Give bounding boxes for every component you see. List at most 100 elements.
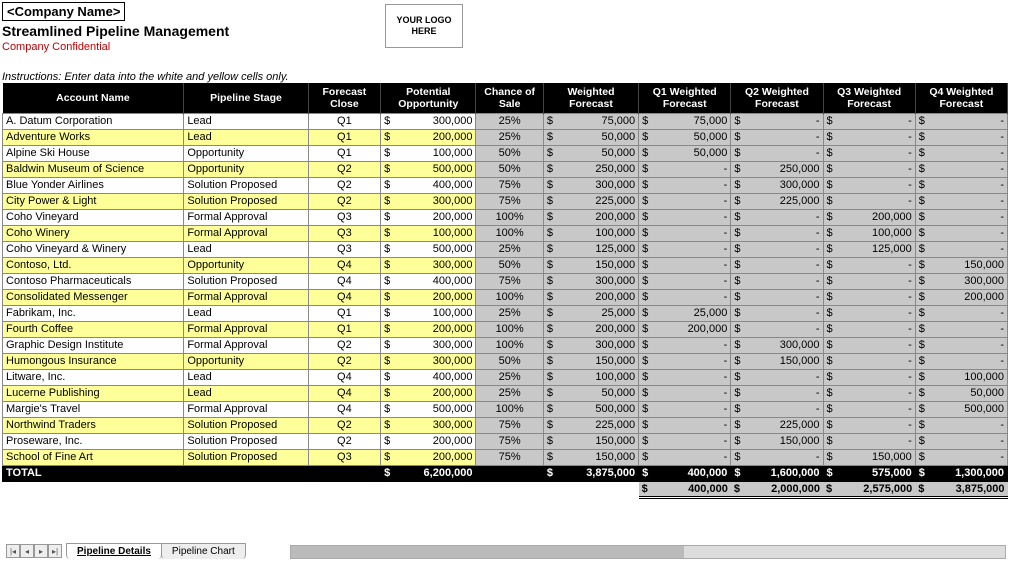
table-row[interactable]: Proseware, Inc.Solution ProposedQ2$200,0…	[3, 433, 1008, 449]
cell-potential[interactable]: $200,000	[381, 289, 476, 305]
cell-close[interactable]: Q2	[308, 177, 381, 193]
table-row[interactable]: Consolidated MessengerFormal ApprovalQ4$…	[3, 289, 1008, 305]
cell-account[interactable]: Northwind Traders	[3, 417, 184, 433]
cell-close[interactable]: Q1	[308, 145, 381, 161]
cell-potential[interactable]: $200,000	[381, 209, 476, 225]
cell-close[interactable]: Q4	[308, 289, 381, 305]
tab-pipeline-chart[interactable]: Pipeline Chart	[161, 543, 246, 559]
cell-stage[interactable]: Lead	[184, 385, 308, 401]
cell-account[interactable]: Consolidated Messenger	[3, 289, 184, 305]
table-row[interactable]: Adventure WorksLeadQ1$200,00025%$50,000$…	[3, 129, 1008, 145]
cell-stage[interactable]: Lead	[184, 369, 308, 385]
cell-stage[interactable]: Lead	[184, 241, 308, 257]
cell-close[interactable]: Q2	[308, 353, 381, 369]
table-row[interactable]: Lucerne PublishingLeadQ4$200,00025%$50,0…	[3, 385, 1008, 401]
table-row[interactable]: Coho WineryFormal ApprovalQ3$100,000100%…	[3, 225, 1008, 241]
table-row[interactable]: Contoso PharmaceuticalsSolution Proposed…	[3, 273, 1008, 289]
cell-potential[interactable]: $500,000	[381, 161, 476, 177]
cell-account[interactable]: Blue Yonder Airlines	[3, 177, 184, 193]
cell-potential[interactable]: $500,000	[381, 241, 476, 257]
cell-account[interactable]: Fourth Coffee	[3, 321, 184, 337]
cell-potential[interactable]: $400,000	[381, 177, 476, 193]
cell-account[interactable]: Baldwin Museum of Science	[3, 161, 184, 177]
cell-close[interactable]: Q4	[308, 401, 381, 417]
cell-close[interactable]: Q1	[308, 321, 381, 337]
cell-potential[interactable]: $200,000	[381, 433, 476, 449]
cell-close[interactable]: Q3	[308, 449, 381, 465]
cell-stage[interactable]: Formal Approval	[184, 337, 308, 353]
cell-account[interactable]: Lucerne Publishing	[3, 385, 184, 401]
cell-stage[interactable]: Solution Proposed	[184, 273, 308, 289]
cell-close[interactable]: Q3	[308, 209, 381, 225]
cell-close[interactable]: Q1	[308, 305, 381, 321]
table-row[interactable]: Litware, Inc.LeadQ4$400,00025%$100,000$-…	[3, 369, 1008, 385]
cell-close[interactable]: Q2	[308, 433, 381, 449]
table-row[interactable]: A. Datum CorporationLeadQ1$300,00025%$75…	[3, 113, 1008, 129]
cell-account[interactable]: Adventure Works	[3, 129, 184, 145]
cell-potential[interactable]: $300,000	[381, 337, 476, 353]
cell-potential[interactable]: $400,000	[381, 273, 476, 289]
cell-close[interactable]: Q3	[308, 225, 381, 241]
cell-account[interactable]: Coho Vineyard	[3, 209, 184, 225]
cell-stage[interactable]: Lead	[184, 129, 308, 145]
cell-account[interactable]: Graphic Design Institute	[3, 337, 184, 353]
cell-stage[interactable]: Solution Proposed	[184, 193, 308, 209]
cell-stage[interactable]: Opportunity	[184, 145, 308, 161]
table-row[interactable]: Fabrikam, Inc.LeadQ1$100,00025%$25,000$2…	[3, 305, 1008, 321]
cell-potential[interactable]: $200,000	[381, 385, 476, 401]
cell-stage[interactable]: Formal Approval	[184, 321, 308, 337]
cell-potential[interactable]: $100,000	[381, 145, 476, 161]
cell-stage[interactable]: Solution Proposed	[184, 417, 308, 433]
cell-close[interactable]: Q4	[308, 369, 381, 385]
nav-first-icon[interactable]: |◂	[6, 544, 20, 558]
cell-close[interactable]: Q4	[308, 257, 381, 273]
cell-stage[interactable]: Lead	[184, 305, 308, 321]
table-row[interactable]: Contoso, Ltd.OpportunityQ4$300,00050%$15…	[3, 257, 1008, 273]
cell-account[interactable]: Proseware, Inc.	[3, 433, 184, 449]
cell-stage[interactable]: Solution Proposed	[184, 177, 308, 193]
table-row[interactable]: Graphic Design InstituteFormal ApprovalQ…	[3, 337, 1008, 353]
table-row[interactable]: Humongous InsuranceOpportunityQ2$300,000…	[3, 353, 1008, 369]
cell-potential[interactable]: $100,000	[381, 305, 476, 321]
cell-stage[interactable]: Solution Proposed	[184, 449, 308, 465]
nav-last-icon[interactable]: ▸|	[48, 544, 62, 558]
table-row[interactable]: Fourth CoffeeFormal ApprovalQ1$200,00010…	[3, 321, 1008, 337]
logo-placeholder[interactable]: YOUR LOGO HERE	[385, 4, 463, 48]
cell-close[interactable]: Q2	[308, 417, 381, 433]
cell-close[interactable]: Q4	[308, 273, 381, 289]
cell-close[interactable]: Q2	[308, 161, 381, 177]
table-row[interactable]: Coho VineyardFormal ApprovalQ3$200,00010…	[3, 209, 1008, 225]
cell-stage[interactable]: Formal Approval	[184, 401, 308, 417]
cell-account[interactable]: Alpine Ski House	[3, 145, 184, 161]
cell-close[interactable]: Q4	[308, 385, 381, 401]
cell-account[interactable]: Humongous Insurance	[3, 353, 184, 369]
cell-stage[interactable]: Formal Approval	[184, 225, 308, 241]
cell-stage[interactable]: Opportunity	[184, 257, 308, 273]
cell-account[interactable]: A. Datum Corporation	[3, 113, 184, 129]
cell-account[interactable]: Contoso, Ltd.	[3, 257, 184, 273]
cell-stage[interactable]: Lead	[184, 113, 308, 129]
sheet-nav-buttons[interactable]: |◂ ◂ ▸ ▸|	[6, 544, 62, 558]
cell-stage[interactable]: Opportunity	[184, 161, 308, 177]
cell-potential[interactable]: $300,000	[381, 193, 476, 209]
table-row[interactable]: Margie's TravelFormal ApprovalQ4$500,000…	[3, 401, 1008, 417]
cell-potential[interactable]: $200,000	[381, 449, 476, 465]
cell-potential[interactable]: $300,000	[381, 257, 476, 273]
table-row[interactable]: School of Fine ArtSolution ProposedQ3$20…	[3, 449, 1008, 465]
cell-stage[interactable]: Opportunity	[184, 353, 308, 369]
cell-potential[interactable]: $200,000	[381, 129, 476, 145]
cell-close[interactable]: Q1	[308, 129, 381, 145]
cell-stage[interactable]: Formal Approval	[184, 289, 308, 305]
cell-account[interactable]: Contoso Pharmaceuticals	[3, 273, 184, 289]
table-row[interactable]: Northwind TradersSolution ProposedQ2$300…	[3, 417, 1008, 433]
cell-close[interactable]: Q1	[308, 113, 381, 129]
cell-account[interactable]: City Power & Light	[3, 193, 184, 209]
cell-potential[interactable]: $300,000	[381, 353, 476, 369]
table-row[interactable]: Blue Yonder AirlinesSolution ProposedQ2$…	[3, 177, 1008, 193]
nav-prev-icon[interactable]: ◂	[20, 544, 34, 558]
table-row[interactable]: Coho Vineyard & WineryLeadQ3$500,00025%$…	[3, 241, 1008, 257]
horizontal-scrollbar[interactable]	[290, 545, 1006, 559]
tab-pipeline-details[interactable]: Pipeline Details	[66, 543, 162, 559]
cell-stage[interactable]: Formal Approval	[184, 209, 308, 225]
cell-potential[interactable]: $400,000	[381, 369, 476, 385]
